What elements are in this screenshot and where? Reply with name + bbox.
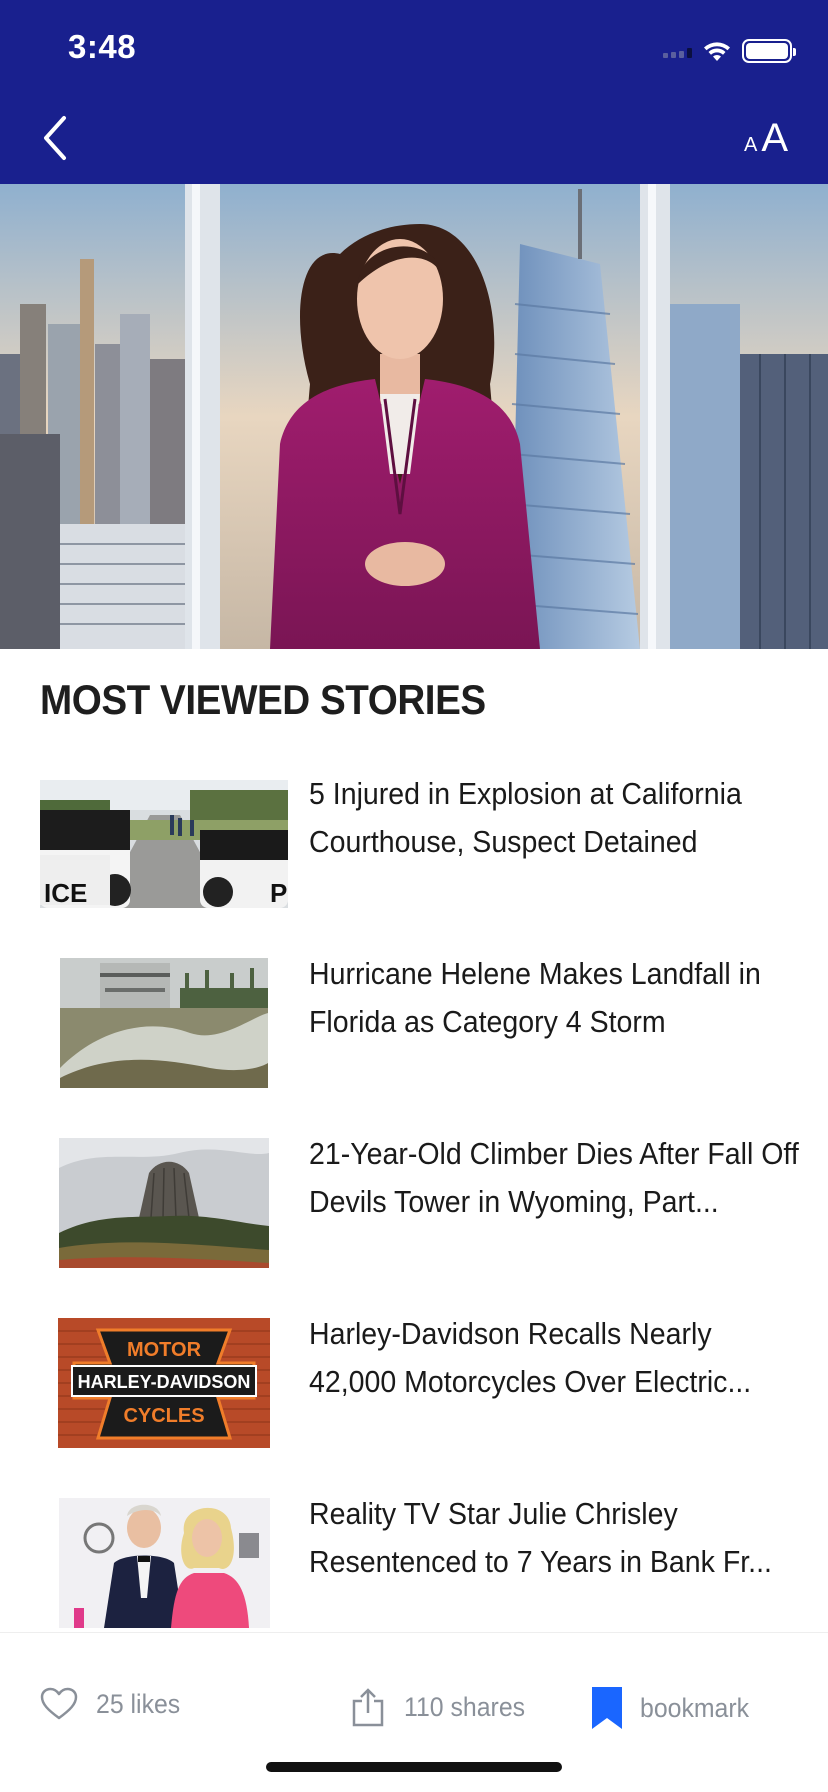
police-car-lettering-left: ICE [44,878,87,908]
police-car-lettering-right: P [270,878,287,908]
story-item[interactable]: Reality TV Star Julie Chrisley Resentenc… [0,1490,828,1630]
harley-logo-top-text: MOTOR [127,1339,202,1361]
back-button[interactable] [36,112,76,164]
story-headline: Reality TV Star Julie Chrisley Resentenc… [309,1496,772,1579]
like-button[interactable]: 25 likes [40,1687,188,1721]
story-thumbnail: MOTOR HARLEY-DAVIDSON CYCLES [58,1318,270,1448]
story-item[interactable]: 21-Year-Old Climber Dies After Fall Off … [0,1130,828,1270]
likes-count: 25 likes [96,1688,181,1719]
text-size-button[interactable]: A A [744,116,788,161]
battery-icon [742,39,796,63]
harley-logo-bottom-text: CYCLES [123,1405,204,1427]
bookmark-label: bookmark [640,1692,750,1723]
wifi-icon [704,42,730,61]
status-time: 3:48 [68,28,137,65]
text-size-small-glyph: A [743,134,758,156]
story-item[interactable]: MOTOR HARLEY-DAVIDSON CYCLES Harley-Davi… [0,1310,828,1450]
text-size-large-glyph: A [761,116,788,160]
bookmark-icon [592,1687,622,1729]
story-headline: 5 Injured in Explosion at California Cou… [309,776,742,859]
story-thumbnail [59,1138,269,1268]
story-headline: Harley-Davidson Recalls Nearly 42,000 Mo… [309,1316,752,1399]
share-icon [352,1688,384,1727]
story-headline: Hurricane Helene Makes Landfall in Flori… [309,956,761,1039]
bookmark-button[interactable]: bookmark [592,1687,759,1729]
cellular-signal-icon [663,44,692,58]
share-button[interactable]: 110 shares [350,1687,536,1727]
hero-video-image[interactable] [0,184,828,649]
story-thumbnail: ICE P [40,780,288,908]
app-header: 3:48 A A [0,0,828,184]
home-indicator[interactable] [266,1762,562,1772]
chevron-left-icon [44,116,66,160]
section-title: MOST VIEWED STORIES [40,676,486,723]
story-thumbnail [60,958,268,1088]
shares-count: 110 shares [404,1691,526,1722]
status-icons [663,36,796,66]
story-item[interactable]: ICE P 5 Injured in Explosion at Californ… [0,770,828,910]
story-item[interactable]: Hurricane Helene Makes Landfall in Flori… [0,950,828,1090]
story-thumbnail [59,1498,270,1628]
heart-icon [40,1687,78,1720]
story-headline: 21-Year-Old Climber Dies After Fall Off … [309,1136,799,1219]
harley-logo-middle-text: HARLEY-DAVIDSON [78,1372,251,1392]
